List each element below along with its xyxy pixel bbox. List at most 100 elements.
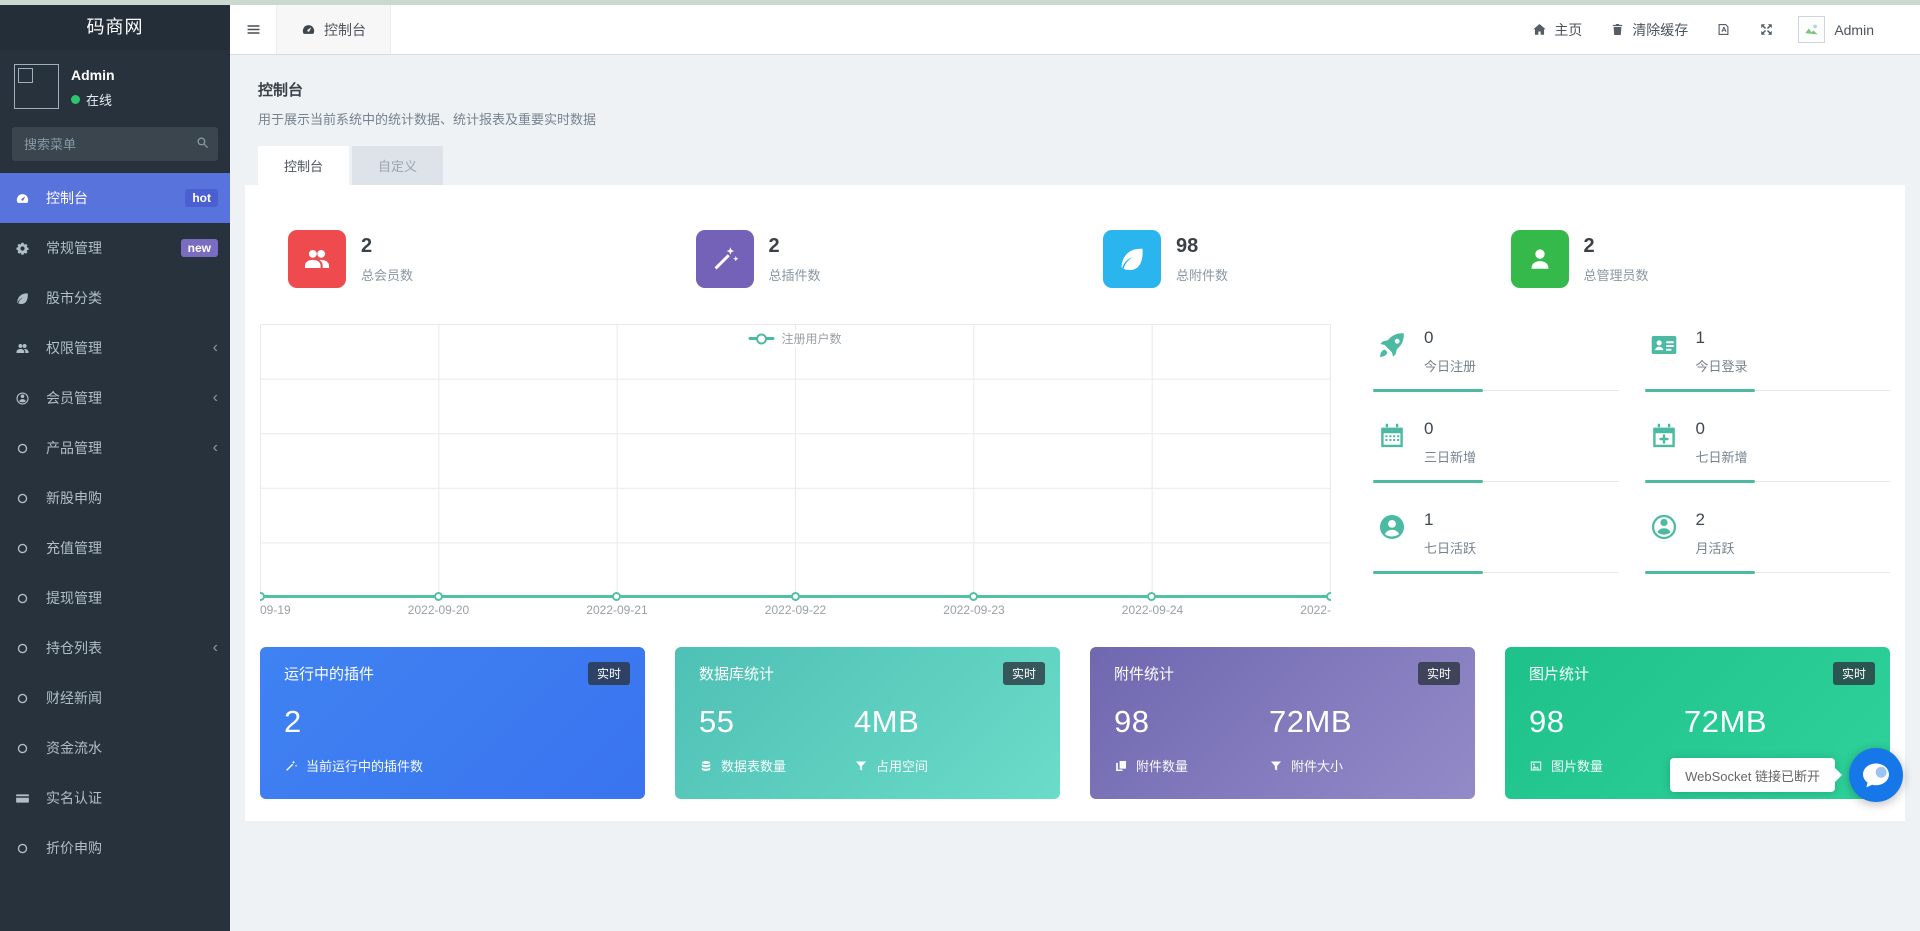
gauge-icon [301,22,316,37]
circle-o-icon [15,741,39,756]
x-axis-label: 2022-09-23 [943,603,1005,617]
sidebar-item-withdraw[interactable]: 提现管理 [0,573,230,623]
tab-custom[interactable]: 自定义 [352,146,444,185]
sidebar-item-position[interactable]: 持仓列表 ‹ [0,623,230,673]
websocket-tooltip-text: WebSocket 链接已断开 [1685,768,1820,784]
sidebar-item-recharge[interactable]: 充值管理 [0,523,230,573]
nav-tab-dashboard[interactable]: 控制台 [276,5,391,54]
card-metrics: 2 当前运行中的插件数 [284,704,621,775]
circle-o-icon [15,541,39,556]
quick-stat-label: 七日新增 [1695,450,1748,465]
register-users-chart: 注册用户数 2022-09-19 2022-09-20 2022-09-21 2022… [260,324,1331,621]
quick-stat-label: 今日注册 [1424,359,1477,374]
page-subtitle: 用于展示当前系统中的统计数据、统计报表及重要实时数据 [258,112,597,127]
stat-text: 2 总插件数 [769,235,821,284]
data-point-marker [1325,592,1331,601]
copy-icon [1114,759,1128,773]
legend-label: 注册用户数 [781,332,842,346]
quick-stat-text: 1 今日登录 [1696,328,1748,375]
gauge-icon [15,191,39,206]
circle-o-icon [15,591,39,606]
nav-tab-label: 控制台 [324,21,366,38]
sidebar-item-permission[interactable]: 权限管理 ‹ [0,323,230,373]
sidebar-item-label: 会员管理 [46,390,102,406]
search-input[interactable] [12,127,218,161]
realtime-badge: 实时 [1002,662,1045,685]
quick-stat-value: 1 [1424,510,1434,529]
wand-icon [695,230,754,288]
quick-stat-three-day-new: 0 三日新增 [1373,419,1619,483]
quick-stat-underline [1373,571,1619,574]
sidebar-item-ipo[interactable]: 新股申购 [0,473,230,523]
metric-label: 数据表数量 [699,756,854,775]
metric-0: 98 附件数量 [1114,704,1269,775]
realtime-badge: 实时 [1832,662,1875,685]
navbar-right: 主页 清除缓存 Admin [1518,5,1920,54]
nav-clear-cache[interactable]: 清除缓存 [1596,5,1702,54]
hamburger-menu-icon[interactable] [230,5,276,54]
chat-button[interactable] [1849,748,1903,802]
circle-o-icon [15,691,39,706]
search-icon[interactable] [195,135,210,150]
metric-label-text: 占用空间 [876,759,929,774]
page-title: 控制台 [258,82,304,99]
sidebar-item-dashboard[interactable]: 控制台 hot [0,173,230,223]
stat-label: 总插件数 [768,267,821,283]
sidebar-item-label: 权限管理 [46,340,102,356]
sidebar-item-label: 财经新闻 [46,690,102,706]
circle-o-icon [15,841,39,856]
data-point-marker [968,592,978,601]
chart-legend[interactable]: 注册用户数 [744,330,846,347]
wand-icon [284,759,298,773]
stat-label: 总会员数 [361,267,414,283]
x-axis-label: 2022-09-19 [260,603,291,617]
sidebar-item-label: 提现管理 [46,590,102,606]
nav-home[interactable]: 主页 [1518,5,1596,54]
realtime-cards-row: 运行中的插件 实时 2 当前运行中的插件数 数据库统计 实时 55 数据表数量 4MB 占用空间 附… [260,647,1890,799]
home-icon [1532,22,1547,37]
navbar-user-name[interactable]: Admin [1825,22,1886,38]
stats-row: 2 总会员数 2 总插件数 98 总附件数 2 总管理员数 [260,200,1890,300]
nav-language[interactable] [1702,5,1745,54]
stat-value: 98 [1176,234,1199,257]
sidebar-item-member[interactable]: 会员管理 ‹ [0,373,230,423]
sidebar-item-finance-news[interactable]: 财经新闻 [0,673,230,723]
nav-clear-cache-label: 清除缓存 [1632,21,1689,38]
sidebar-item-fund-flow[interactable]: 资金流水 [0,723,230,773]
nav-fullscreen[interactable] [1745,5,1788,54]
metric-0: 2 当前运行中的插件数 [284,704,621,775]
metric-label-text: 附件数量 [1136,759,1189,774]
metric-value: 2 [284,704,302,739]
image-icon [1529,759,1543,773]
sidebar-item-real-name[interactable]: 实名认证 [0,773,230,823]
realtime-badge: 实时 [1417,662,1460,685]
quick-stat-seven-day-active: 1 七日活跃 [1373,510,1619,574]
sidebar-item-stock-category[interactable]: 股市分类 [0,273,230,323]
x-axis-label: 2022-09-24 [1121,603,1184,617]
circle-o-icon [15,491,39,506]
x-axis-label: 2022-09-20 [407,603,470,617]
quick-stat-text: 1 七日活跃 [1424,510,1476,557]
metric-value: 72MB [1269,704,1352,739]
rocket-icon [1373,328,1411,375]
dashboard-panel: 2 总会员数 2 总插件数 98 总附件数 2 总管理员数 注册用户数 2022-09-19 2… [245,185,1905,821]
sidebar-item-label: 资金流水 [46,740,102,756]
metric-label: 图片数量 [1529,756,1684,775]
sidebar-item-discount-ipo[interactable]: 折价申购 [0,823,230,873]
quick-stat-label: 七日活跃 [1424,541,1477,556]
sidebar-item-product[interactable]: 产品管理 ‹ [0,423,230,473]
tab-dashboard[interactable]: 控制台 [258,146,350,185]
avatar[interactable] [14,64,59,109]
sidebar-item-label: 新股申购 [46,490,102,506]
metric-label: 当前运行中的插件数 [284,756,621,775]
line-marker-icon [748,337,775,340]
metric-value: 98 [1114,704,1150,739]
sidebar-item-label: 控制台 [46,190,88,206]
lang-icon [1716,22,1731,37]
quick-stats-grid: 0 今日注册 1 今日登录 0 三日新增 0 七日新增 1 七日活跃 2 月活跃 [1373,324,1890,621]
metric-label: 附件数量 [1114,756,1269,775]
quick-stat-value: 1 [1695,328,1705,347]
sidebar-item-general[interactable]: 常规管理 new [0,223,230,273]
navbar-avatar[interactable] [1798,16,1826,43]
chevron-left-icon: ‹ [212,639,218,656]
